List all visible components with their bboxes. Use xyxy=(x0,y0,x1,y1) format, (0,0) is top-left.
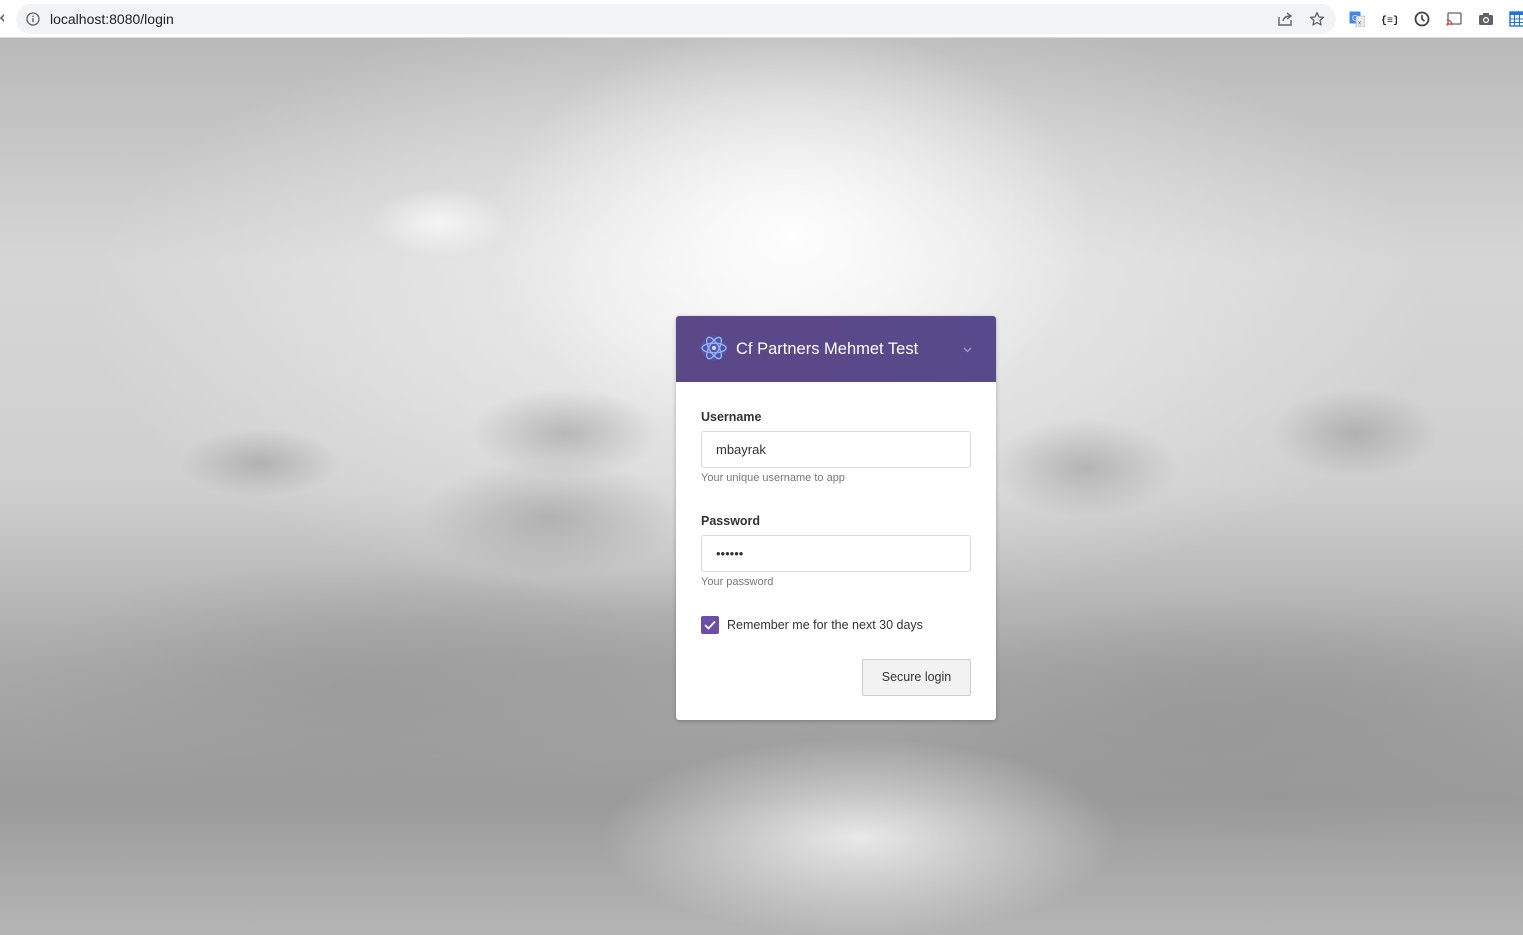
chevron-down-icon[interactable] xyxy=(962,344,973,355)
card-header: Cf Partners Mehmet Test xyxy=(676,316,996,382)
svg-text:{≡}: {≡} xyxy=(1381,15,1397,27)
url-text[interactable]: localhost:8080/login xyxy=(50,11,174,27)
browser-toolbar: localhost:8080/login G x {≡} xyxy=(0,0,1523,38)
remember-me-checkbox[interactable] xyxy=(701,616,719,634)
username-help-text: Your unique username to app xyxy=(701,472,845,484)
info-icon[interactable] xyxy=(26,12,40,26)
share-icon[interactable] xyxy=(1277,11,1293,27)
cloud xyxy=(990,418,1180,518)
cast-icon[interactable] xyxy=(1446,11,1462,27)
address-bar[interactable]: localhost:8080/login xyxy=(16,4,1336,34)
table-icon[interactable] xyxy=(1509,11,1523,27)
cloud xyxy=(420,458,680,578)
remember-me-label[interactable]: Remember me for the next 30 days xyxy=(727,618,923,632)
svg-text:x: x xyxy=(1358,21,1361,27)
back-arrow-icon[interactable] xyxy=(0,11,4,25)
cloud xyxy=(1270,388,1440,478)
star-icon[interactable] xyxy=(1309,11,1325,27)
cloud xyxy=(600,738,1120,935)
username-label: Username xyxy=(701,410,762,424)
json-viewer-icon[interactable]: {≡} xyxy=(1381,11,1397,27)
cloud xyxy=(370,188,510,258)
password-help-text: Your password xyxy=(701,576,774,588)
cloud xyxy=(0,558,700,818)
camera-icon[interactable] xyxy=(1478,11,1494,27)
atom-logo-icon xyxy=(701,335,727,361)
username-input[interactable] xyxy=(701,431,971,468)
app-title: Cf Partners Mehmet Test xyxy=(736,340,919,358)
password-input[interactable] xyxy=(701,535,971,572)
checkmark-icon xyxy=(704,620,716,630)
clock-icon[interactable] xyxy=(1414,11,1430,27)
secure-login-button[interactable]: Secure login xyxy=(862,659,971,696)
login-card: Cf Partners Mehmet Test Username Your un… xyxy=(676,316,996,720)
google-translate-icon[interactable]: G x xyxy=(1349,11,1365,27)
cloud xyxy=(180,428,340,498)
password-label: Password xyxy=(701,514,761,528)
